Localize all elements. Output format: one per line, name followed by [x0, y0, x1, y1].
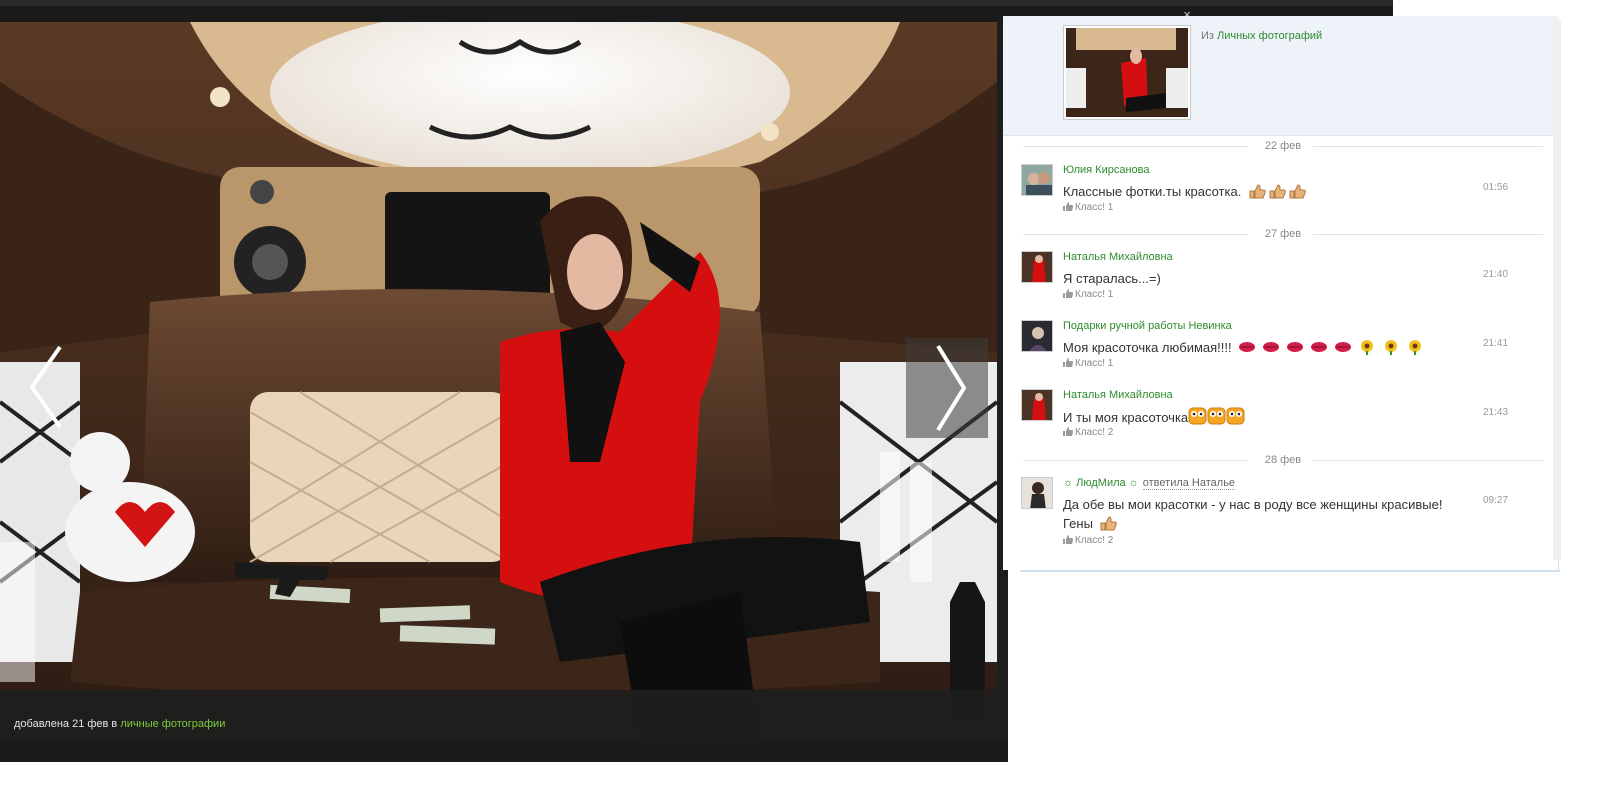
comment-author[interactable]: Наталья Михайловна	[1063, 389, 1173, 401]
source-album-link[interactable]: Личных фотографий	[1217, 30, 1322, 42]
thumbnail-image	[1066, 28, 1188, 117]
like-button[interactable]: Класс! 2	[1063, 535, 1113, 546]
next-photo-button[interactable]	[906, 338, 988, 438]
comment-item: Наталья Михайловна И ты моя красоточка 2…	[1021, 389, 1541, 449]
author-name[interactable]: Наталья Михайловна	[1063, 251, 1173, 263]
comment-item: Наталья Михайловна Я старалась...=) 21:4…	[1021, 251, 1541, 311]
avatar[interactable]	[1021, 389, 1053, 421]
comment-time: 21:40	[1483, 269, 1509, 280]
chevron-right-icon	[936, 344, 967, 432]
like-icon	[1063, 427, 1073, 436]
comment-body: Я старалась...=)	[1063, 271, 1161, 286]
caption-bar	[0, 690, 997, 742]
like-icon	[1063, 358, 1073, 367]
photo-illustration	[0, 22, 997, 742]
photo-caption: добавлена 21 фев в личные фотографии	[14, 718, 225, 730]
like-icon	[1063, 202, 1073, 211]
viewer-bottom-bar	[0, 742, 1008, 762]
comment-time: 09:27	[1483, 495, 1509, 506]
avatar-image	[1022, 390, 1052, 420]
comment-item: ☼ ЛюдМила ☼ ответила Наталье Да обе вы мо…	[1021, 477, 1541, 557]
previous-photo-button[interactable]	[22, 342, 68, 432]
like-count: Класс! 1	[1075, 202, 1114, 213]
comment-text: Моя красоточка любимая!!!!	[1063, 338, 1443, 360]
comment-author[interactable]: Юлия Кирсанова	[1063, 164, 1150, 176]
like-button[interactable]: Класс! 2	[1063, 427, 1113, 438]
avatar[interactable]	[1021, 477, 1053, 509]
comment-time: 21:41	[1483, 338, 1509, 349]
avatar[interactable]	[1021, 164, 1053, 196]
like-button[interactable]: Класс! 1	[1063, 289, 1113, 300]
comment-text: Да обе вы мои красотки - у нас в роду вс…	[1063, 495, 1443, 536]
comment-time: 01:56	[1483, 182, 1509, 193]
photo[interactable]	[0, 22, 997, 742]
author-name[interactable]: Подарки ручной работы Невинка	[1063, 320, 1232, 332]
from-prefix: Из	[1201, 30, 1218, 42]
like-count: Класс! 2	[1075, 535, 1114, 546]
comment-body: И ты моя красоточка	[1063, 410, 1189, 425]
avatar-image	[1022, 165, 1052, 195]
date-separator: 27 фев	[1023, 228, 1543, 240]
comment-item: Юлия Кирсанова Классные фотки.ты красотк…	[1021, 164, 1541, 224]
comment-time: 21:43	[1483, 407, 1509, 418]
album-link[interactable]: личные фотографии	[120, 718, 225, 730]
panel-divider	[1020, 570, 1560, 572]
date-separator: 22 фев	[1023, 140, 1543, 152]
caption-prefix: добавлена 21 фев в	[14, 718, 121, 730]
comment-text: И ты моя красоточка	[1063, 407, 1443, 430]
like-icon	[1063, 535, 1073, 544]
comment-author[interactable]: Наталья Михайловна	[1063, 251, 1173, 263]
comment-body: Классные фотки.ты красотка.	[1063, 184, 1242, 199]
like-count: Класс! 1	[1075, 289, 1114, 300]
date-separator: 28 фев	[1023, 454, 1543, 466]
like-button[interactable]: Класс! 1	[1063, 202, 1113, 213]
thumbs-up-icon	[1248, 183, 1306, 204]
comment-body: Да обе вы мои красотки - у нас в роду вс…	[1063, 497, 1443, 531]
photo-viewer: добавлена 21 фев в личные фотографии	[0, 22, 1008, 762]
reply-to-link[interactable]: ответила Наталье	[1142, 477, 1236, 490]
source-album: Из Личных фотографий	[1201, 30, 1322, 42]
comment-body: Моя красоточка любимая!!!!	[1063, 340, 1232, 355]
comments-panel: Из Личных фотографий 22 фев 27 фев 28 фе…	[1003, 16, 1559, 570]
author-name[interactable]: Юлия Кирсанова	[1063, 164, 1150, 176]
like-button[interactable]: Класс! 1	[1063, 358, 1113, 369]
like-count: Класс! 1	[1075, 358, 1114, 369]
like-icon	[1063, 289, 1073, 298]
avatar-image	[1022, 252, 1052, 282]
avatar-image	[1022, 321, 1052, 351]
thumbs-up-icon	[1100, 515, 1118, 536]
chevron-left-icon	[29, 345, 62, 429]
avatar[interactable]	[1021, 251, 1053, 283]
comment-text: Классные фотки.ты красотка.	[1063, 182, 1443, 204]
comment-text: Я старалась...=)	[1063, 269, 1443, 288]
author-name[interactable]: ☼ ЛюдМила ☼	[1063, 477, 1139, 489]
panel-scrollbar[interactable]	[1553, 20, 1561, 560]
author-name[interactable]: Наталья Михайловна	[1063, 389, 1173, 401]
comment-author[interactable]: Подарки ручной работы Невинка	[1063, 320, 1232, 332]
lips-and-sunflower-icons	[1238, 339, 1428, 360]
avatar-image	[1022, 478, 1052, 508]
smiley-face-icon	[1188, 407, 1246, 430]
top-bar-inner	[0, 0, 1393, 6]
like-count: Класс! 2	[1075, 427, 1114, 438]
comment-item: Подарки ручной работы Невинка Моя красот…	[1021, 320, 1541, 380]
comment-author: ☼ ЛюдМила ☼ ответила Наталье	[1063, 477, 1236, 490]
panel-header: Из Личных фотографий	[1003, 16, 1559, 136]
avatar[interactable]	[1021, 320, 1053, 352]
photo-thumbnail[interactable]	[1063, 25, 1191, 120]
